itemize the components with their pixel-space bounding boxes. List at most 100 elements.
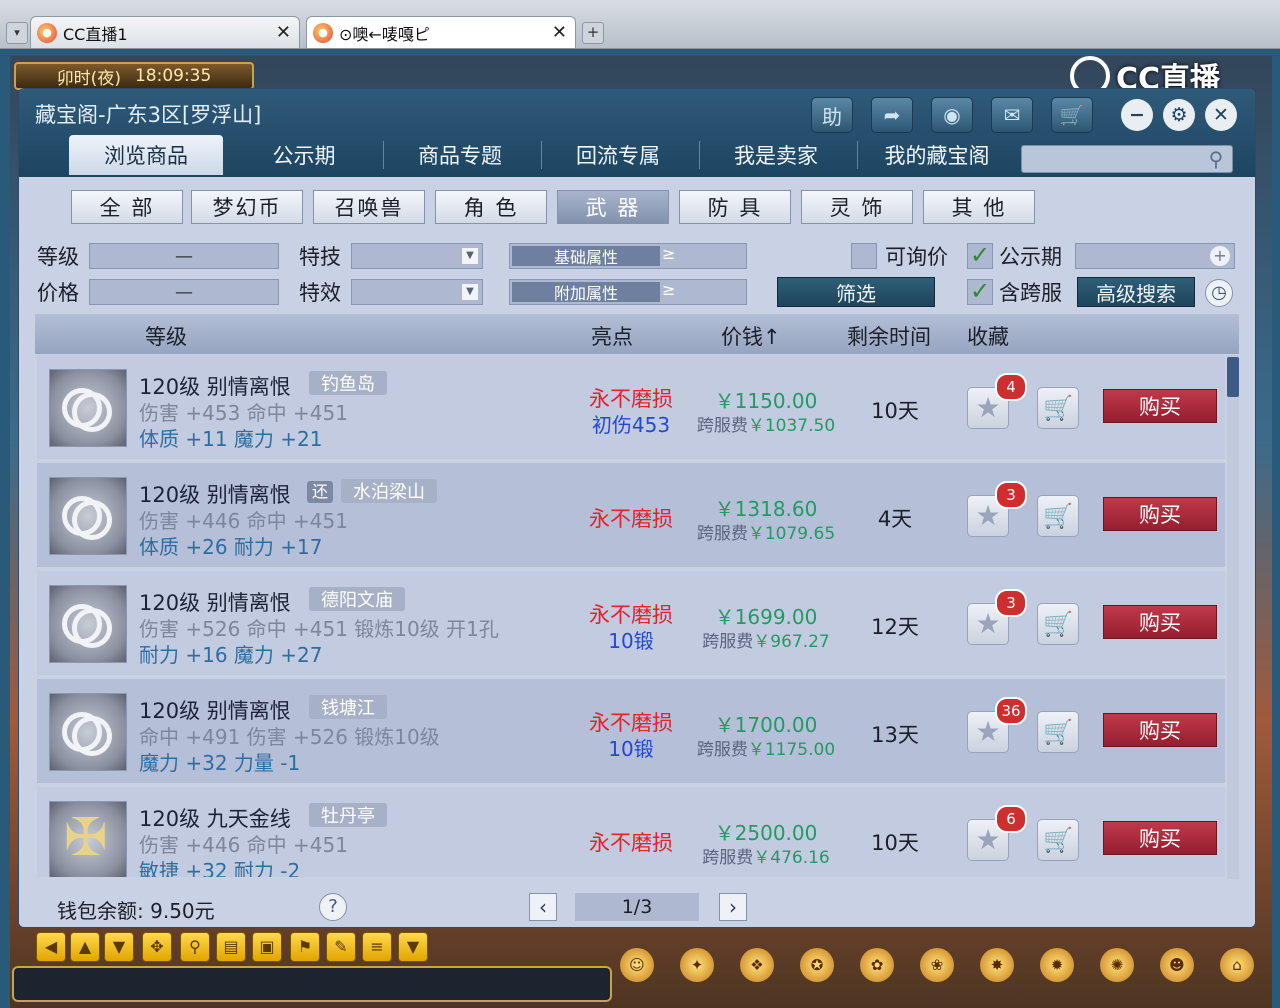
public-range-input[interactable]: + xyxy=(1075,243,1235,269)
pet-icon[interactable]: ✦ xyxy=(680,948,714,982)
add-to-cart-icon[interactable]: 🛒 xyxy=(1037,387,1079,429)
tab-my-pavilion[interactable]: 我的藏宝阁 xyxy=(859,135,1015,175)
add-to-cart-icon[interactable]: 🛒 xyxy=(1037,603,1079,645)
price-range-input[interactable]: — xyxy=(89,279,279,305)
skill-icon[interactable]: ✪ xyxy=(800,948,834,982)
search-icon[interactable]: ⚲ xyxy=(1204,147,1228,171)
add-icon[interactable]: + xyxy=(1210,246,1230,266)
tab-menu-button[interactable]: ▾ xyxy=(6,22,28,44)
scrollbar-thumb[interactable] xyxy=(1227,357,1239,397)
down-arrow-icon[interactable]: ▼ xyxy=(104,932,134,962)
browser-tab-2[interactable]: ● ⊙噢←唛嘎ピ ✕ xyxy=(306,16,576,48)
column-remaining[interactable]: 剩余时间 xyxy=(847,321,931,351)
search-input[interactable]: ⚲ xyxy=(1021,145,1233,173)
record-icon[interactable]: ◉ xyxy=(931,97,973,133)
zoom-icon[interactable]: ⚲ xyxy=(180,932,210,962)
inquire-checkbox[interactable] xyxy=(851,243,877,269)
category-role[interactable]: 角 色 xyxy=(435,190,547,224)
buy-button[interactable]: 购买 xyxy=(1103,389,1217,423)
buy-button[interactable]: 购买 xyxy=(1103,497,1217,531)
category-all[interactable]: 全 部 xyxy=(71,190,183,224)
dropdown-icon[interactable]: ▼ xyxy=(398,932,428,962)
help-icon[interactable]: ? xyxy=(319,893,347,921)
chat-icon[interactable]: ✉ xyxy=(991,97,1033,133)
friend-icon[interactable]: ❀ xyxy=(920,948,954,982)
gold-thread-weapon-icon[interactable]: ✠ xyxy=(49,801,127,877)
cross-server-checkbox[interactable]: ✓ xyxy=(967,279,993,305)
category-weapon[interactable]: 武 器 xyxy=(557,190,669,224)
ring-weapon-icon[interactable] xyxy=(49,369,127,447)
add-to-cart-icon[interactable]: 🛒 xyxy=(1037,819,1079,861)
settings-gear-icon[interactable]: ⚙ xyxy=(1163,99,1195,131)
extra-attribute-select[interactable]: 附加属性 ≥ xyxy=(509,279,747,305)
team-icon[interactable]: ✿ xyxy=(860,948,894,982)
category-other[interactable]: 其 他 xyxy=(923,190,1035,224)
emote-icon[interactable]: ☺ xyxy=(620,948,654,982)
remaining-time: 4天 xyxy=(877,507,913,531)
cart-icon[interactable]: 🛒 xyxy=(1051,97,1093,133)
public-checkbox[interactable]: ✓ xyxy=(967,243,993,269)
tab-topics[interactable]: 商品专题 xyxy=(385,135,535,175)
category-armor[interactable]: 防 具 xyxy=(679,190,791,224)
list-icon[interactable]: ≡ xyxy=(362,932,392,962)
level-range-input[interactable]: — xyxy=(89,243,279,269)
close-icon[interactable]: ✕ xyxy=(1205,99,1237,131)
table-row[interactable]: 120级 别情离恨还水泊梁山 伤害 +446 命中 +451 体质 +26 耐力 +… xyxy=(37,463,1225,567)
ring-weapon-icon[interactable] xyxy=(49,477,127,555)
lock-icon[interactable]: ▣ xyxy=(252,932,282,962)
table-row[interactable]: 120级 别情离恨 钓鱼岛 伤害 +453 命中 +451 体质 +11 魔力 +21… xyxy=(37,355,1225,459)
buy-button[interactable]: 购买 xyxy=(1103,821,1217,855)
ring-weapon-icon[interactable] xyxy=(49,585,127,663)
tab-browse[interactable]: 浏览商品 xyxy=(69,135,223,175)
table-row[interactable]: ✠ 120级 九天金线 牡丹亭 伤害 +446 命中 +451 敏捷 +32 耐力 -2… xyxy=(37,787,1225,877)
chat-bubble-icon[interactable]: ✎ xyxy=(326,932,356,962)
chat-input-bar[interactable] xyxy=(12,966,612,1002)
filter-button[interactable]: 筛选 xyxy=(777,277,935,307)
base-attribute-label: 基础属性 xyxy=(512,246,660,267)
tab-seller[interactable]: 我是卖家 xyxy=(701,135,851,175)
bag-icon[interactable]: ❖ xyxy=(740,948,774,982)
flag-icon[interactable]: ⚑ xyxy=(290,932,320,962)
system-icon[interactable]: ✺ xyxy=(1100,948,1134,982)
skill-select[interactable]: ▼ xyxy=(351,243,483,269)
next-page-button[interactable]: › xyxy=(719,893,747,921)
buy-button[interactable]: 购买 xyxy=(1103,713,1217,747)
effect-select[interactable]: ▼ xyxy=(351,279,483,305)
advanced-search-button[interactable]: 高级搜索 xyxy=(1077,277,1195,307)
table-row[interactable]: 120级 别情离恨 钱塘江 命中 +491 伤害 +526 锻炼10级 魔力 +32 … xyxy=(37,679,1225,783)
minimize-icon[interactable]: − xyxy=(1121,99,1153,131)
column-price[interactable]: 价钱↑ xyxy=(721,321,781,351)
map-icon[interactable]: ⌂ xyxy=(1220,948,1254,982)
clock-icon[interactable]: ◷ xyxy=(1205,279,1233,307)
close-icon[interactable]: ✕ xyxy=(276,22,291,43)
base-attribute-select[interactable]: 基础属性 ≥ xyxy=(509,243,747,269)
table-row[interactable]: 120级 别情离恨 德阳文庙 伤害 +526 命中 +451 锻炼10级 开1孔 耐力… xyxy=(37,571,1225,675)
task-icon[interactable]: ✹ xyxy=(1040,948,1074,982)
column-level[interactable]: 等级 xyxy=(145,321,187,351)
category-coin[interactable]: 梦幻币 xyxy=(191,190,303,224)
left-arrow-icon[interactable]: ◀ xyxy=(36,932,66,962)
share-icon[interactable]: ➦ xyxy=(871,97,913,133)
close-icon[interactable]: ✕ xyxy=(552,22,567,43)
add-to-cart-icon[interactable]: 🛒 xyxy=(1037,711,1079,753)
ring-weapon-icon[interactable] xyxy=(49,693,127,771)
help-button[interactable]: 助 xyxy=(811,97,853,133)
shop-icon[interactable]: ☻ xyxy=(1160,948,1194,982)
prev-page-button[interactable]: ‹ xyxy=(529,893,557,921)
browser-tab-1[interactable]: ● CC直播1 ✕ xyxy=(30,16,300,48)
category-accessory[interactable]: 灵 饰 xyxy=(801,190,913,224)
add-to-cart-icon[interactable]: 🛒 xyxy=(1037,495,1079,537)
buy-button[interactable]: 购买 xyxy=(1103,605,1217,639)
up-arrow-icon[interactable]: ▲ xyxy=(70,932,100,962)
new-tab-button[interactable]: + xyxy=(582,22,604,44)
document-icon[interactable]: ▤ xyxy=(216,932,246,962)
item-stats-secondary: 魔力 +32 力量 -1 xyxy=(139,751,301,775)
tab-return[interactable]: 回流专属 xyxy=(543,135,693,175)
guild-icon[interactable]: ✸ xyxy=(980,948,1014,982)
move-icon[interactable]: ✥ xyxy=(142,932,172,962)
category-pet[interactable]: 召唤兽 xyxy=(313,190,425,224)
scrollbar[interactable] xyxy=(1227,355,1239,879)
tab-public[interactable]: 公示期 xyxy=(229,135,379,175)
treasure-pavilion-window: 藏宝阁-广东3区[罗浮山] 助 ➦ ◉ ✉ 🛒 − ⚙ ✕ 浏览商品 公示期 商… xyxy=(18,88,1256,928)
item-price: ￥1700.00 xyxy=(714,713,818,737)
